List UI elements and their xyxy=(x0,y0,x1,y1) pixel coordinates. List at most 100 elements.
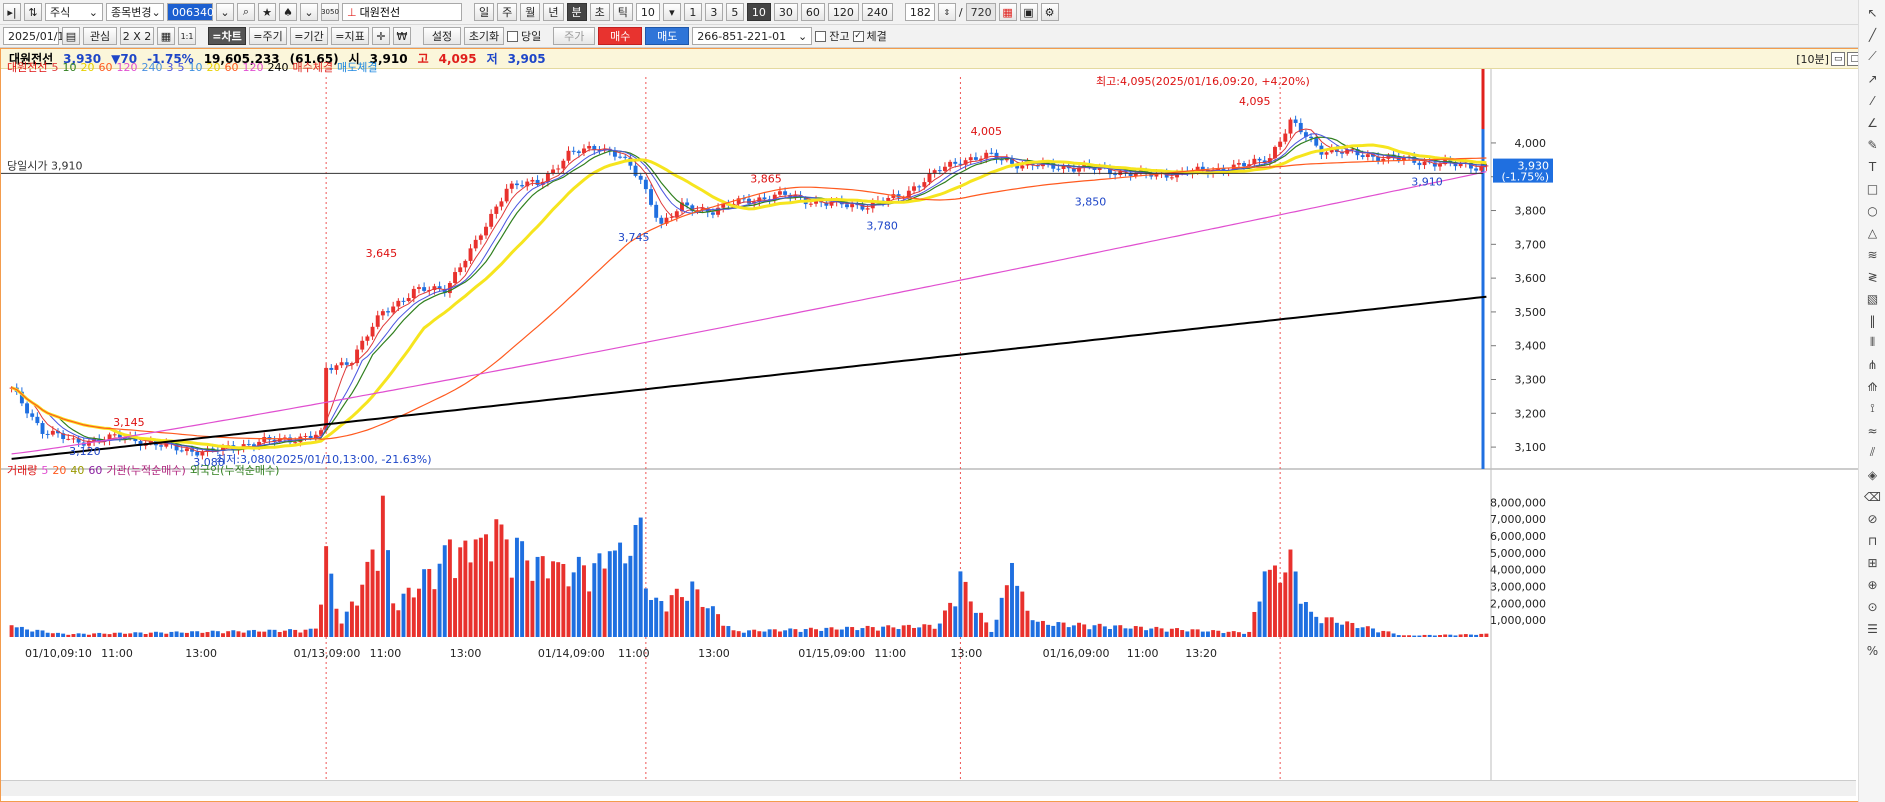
period-menu-button[interactable]: =주기 xyxy=(249,27,287,45)
interval-30[interactable]: 30 xyxy=(773,3,798,21)
diagonal-line-icon[interactable]: ⁄ xyxy=(1863,91,1882,110)
candle-body xyxy=(1113,174,1118,176)
indicator-menu-button[interactable]: =지표 xyxy=(331,27,369,45)
interval-60[interactable]: 60 xyxy=(800,3,825,21)
volume-bar xyxy=(1113,625,1118,637)
crosshair-icon[interactable]: ✛ xyxy=(372,27,390,45)
interval-3[interactable]: 3 xyxy=(704,3,723,21)
star-icon[interactable]: ★ xyxy=(258,3,276,21)
stock-code-input[interactable]: 006340 xyxy=(167,3,214,21)
buy-button[interactable]: 매수 xyxy=(598,27,643,45)
sell-button[interactable]: 매도 xyxy=(645,27,690,45)
code-dropdown-icon[interactable]: ⌄ xyxy=(216,3,234,21)
search-icon[interactable]: ⌕ xyxy=(237,3,255,21)
settings-button[interactable]: 설정 xyxy=(423,27,461,45)
triangle-tool-icon[interactable]: △ xyxy=(1863,223,1882,242)
interval-dropdown-icon[interactable]: ▾ xyxy=(662,3,681,21)
period-month[interactable]: 월 xyxy=(520,3,541,21)
magnet-icon[interactable]: ⊓ xyxy=(1863,531,1882,550)
duration-menu-button[interactable]: =기간 xyxy=(290,27,328,45)
bar-count-input[interactable]: 182 xyxy=(904,3,935,21)
today-checkbox[interactable]: 당일 xyxy=(507,28,541,44)
grid-layout-icon[interactable]: ▦ xyxy=(157,27,175,45)
pencil-icon[interactable]: ✎ xyxy=(1863,135,1882,154)
save-icon[interactable]: ▣ xyxy=(1019,3,1038,21)
calendar-icon[interactable]: ▤ xyxy=(62,27,80,45)
stock-name-field[interactable]: ⊥ 대원전선 xyxy=(342,3,462,21)
trend-line-icon[interactable]: ⟋ xyxy=(1863,47,1882,66)
color-fill-icon[interactable]: ◈ xyxy=(1863,465,1882,484)
list-icon[interactable]: ☰ xyxy=(1863,619,1882,638)
volume-bar xyxy=(1092,625,1097,637)
spade-icon[interactable]: ♠ xyxy=(279,3,297,21)
layout-button[interactable]: 2 X 2 xyxy=(120,27,154,45)
more-dropdown-icon[interactable]: ⌄ xyxy=(300,3,318,21)
chart-type-icon[interactable]: ▦ xyxy=(998,3,1017,21)
market-type-select[interactable]: 주식 ⌄ xyxy=(45,3,103,21)
grid-toggle-icon[interactable]: ⊞ xyxy=(1863,553,1882,572)
won-icon[interactable]: ₩ xyxy=(393,27,411,45)
interval-240[interactable]: 240 xyxy=(861,3,893,21)
bar-count-slash: / xyxy=(958,5,963,19)
fan-line-icon[interactable]: ⟟ xyxy=(1863,399,1882,418)
ratio-toggle-icon[interactable]: 3050 xyxy=(321,3,339,21)
speed-line-icon[interactable]: ⟰ xyxy=(1863,377,1882,396)
line-tool-icon[interactable]: ╱ xyxy=(1863,25,1882,44)
period-second[interactable]: 초 xyxy=(589,3,610,21)
andrews-fork-icon[interactable]: ⋔ xyxy=(1863,355,1882,374)
candle-body xyxy=(473,239,478,249)
candle-body xyxy=(504,188,509,202)
percent-tool-icon[interactable]: % xyxy=(1863,641,1882,660)
price-tick-8: 3,200 xyxy=(1515,407,1547,420)
chart-canvas[interactable]: 당일시가 3,9104,0003,9003,8003,7003,6003,500… xyxy=(1,69,1858,801)
interval-5[interactable]: 5 xyxy=(725,3,744,21)
pin-icon[interactable]: ▸| xyxy=(3,3,21,21)
zigzag-icon[interactable]: ≷ xyxy=(1863,267,1882,286)
text-tool-icon[interactable]: T xyxy=(1863,157,1882,176)
interval-input[interactable]: 10 xyxy=(635,3,660,21)
interval-1[interactable]: 1 xyxy=(683,3,702,21)
ray-line-icon[interactable]: ↗ xyxy=(1863,69,1882,88)
volume-bar xyxy=(705,608,710,637)
regression-icon[interactable]: ≈ xyxy=(1863,421,1882,440)
period-lines-icon[interactable]: ⦀ xyxy=(1863,333,1882,352)
account-select[interactable]: 266-851-221-01 ⌄ xyxy=(692,27,813,45)
minimize-icon[interactable]: ▭ xyxy=(1830,52,1846,66)
interval-10[interactable]: 10 xyxy=(746,3,771,21)
period-tick[interactable]: 틱 xyxy=(612,3,633,21)
link-icon[interactable]: ⇅ xyxy=(24,3,42,21)
zoom-icon[interactable]: ⊙ xyxy=(1863,597,1882,616)
channel-icon[interactable]: ⫽ xyxy=(1863,443,1882,462)
angle-line-icon[interactable]: ∠ xyxy=(1863,113,1882,132)
gann-box-icon[interactable]: ▧ xyxy=(1863,289,1882,308)
date-input[interactable]: 2025/01/16 xyxy=(3,27,71,45)
bar-count-spinner[interactable]: ⇕ xyxy=(937,3,956,21)
circle-tool-icon[interactable]: ○ xyxy=(1863,201,1882,220)
rectangle-tool-icon[interactable]: □ xyxy=(1863,179,1882,198)
period-day[interactable]: 일 xyxy=(474,3,495,21)
x-label-7: 11:00 xyxy=(618,647,650,660)
one-to-one-button[interactable]: 1:1 xyxy=(178,27,196,45)
interest-button[interactable]: 관심 xyxy=(83,27,117,45)
reset-button[interactable]: 초기화 xyxy=(464,27,504,45)
order-price-button[interactable]: 주가 xyxy=(553,27,596,45)
volume-bar xyxy=(741,632,746,637)
delete-all-icon[interactable]: ⊘ xyxy=(1863,509,1882,528)
change-stock-select[interactable]: 종목변경 ⌄ xyxy=(106,3,164,21)
volume-bar xyxy=(845,626,849,637)
cycle-lines-icon[interactable]: ‖ xyxy=(1863,311,1882,330)
period-minute[interactable]: 분 xyxy=(566,3,587,21)
balance-checkbox[interactable]: 잔고 xyxy=(815,28,850,44)
horizontal-scrollbar[interactable] xyxy=(1,780,1856,796)
gear-icon[interactable]: ⚙ xyxy=(1040,3,1059,21)
fibonacci-icon[interactable]: ≋ xyxy=(1863,245,1882,264)
period-week[interactable]: 주 xyxy=(497,3,518,21)
period-year[interactable]: 년 xyxy=(543,3,564,21)
candle-body xyxy=(112,434,117,436)
chart-menu-button[interactable]: =차트 xyxy=(208,27,246,45)
cursor-tool-icon[interactable]: ↖ xyxy=(1863,3,1882,22)
execution-checkbox[interactable]: ✓ 체결 xyxy=(852,28,887,44)
crosshair-toggle-icon[interactable]: ⊕ xyxy=(1863,575,1882,594)
eraser-icon[interactable]: ⌫ xyxy=(1863,487,1882,506)
interval-120[interactable]: 120 xyxy=(827,3,859,21)
